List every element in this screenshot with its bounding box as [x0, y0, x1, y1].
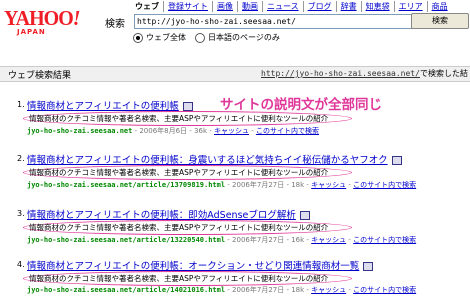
result-url: jyo-ho-sho-zai.seesaa.net/article/132205…: [27, 236, 226, 244]
result-number: 4.: [17, 260, 25, 269]
result-meta: jyo-ho-sho-zai.seesaa.net/article/140210…: [27, 285, 416, 295]
tab-news[interactable]: ニュース: [263, 1, 304, 12]
tab-dictionary[interactable]: 辞書: [337, 1, 362, 12]
result-info: - 2006年8月6日 - 36k -: [132, 127, 214, 135]
search-tabs: ウェブ 登録サイト 画像 動画 ニュース ブログ 辞書 知恵袋 エリア 商品: [131, 1, 452, 12]
search-input[interactable]: http://jyo-ho-sho-zai.seesaa.net/: [134, 14, 414, 29]
result-meta: jyo-ho-sho-zai.seesaa.net/article/137098…: [27, 180, 416, 190]
result-info: - 2006年7月27日 - 16k -: [225, 236, 312, 244]
result-title-link[interactable]: 情報商材とアフィリエイトの便利帳：オークション・せどり関連情報商材一覧: [27, 258, 374, 272]
new-window-icon[interactable]: [363, 262, 374, 271]
tab-shopping[interactable]: 商品: [428, 1, 452, 12]
tab-video[interactable]: 動画: [238, 1, 263, 12]
result-number: 1.: [17, 100, 25, 109]
result-info: - 2006年7月27日 - 18k -: [225, 286, 312, 294]
scope-japanese-label: 日本語のページのみ: [208, 33, 280, 42]
logo-bang: !: [72, 6, 81, 30]
search-label: 検索: [105, 19, 125, 30]
results-header-title: ウェブ検索結果: [8, 71, 72, 81]
tab-sites[interactable]: 登録サイト: [164, 1, 213, 12]
meta-separator: -: [248, 127, 256, 135]
search-scope: ウェブ全体 日本語のページのみ: [133, 32, 280, 43]
tab-web[interactable]: ウェブ: [131, 1, 164, 12]
tab-images[interactable]: 画像: [213, 1, 238, 12]
result-snippet: 情報商材のクチコミ情報や著者名検索、主要ASPやアフィリエイトに便利なツールの紹…: [29, 274, 329, 283]
cache-link[interactable]: キャッシュ: [311, 286, 346, 294]
site-search-link[interactable]: このサイト内で検索: [353, 236, 416, 244]
result-title-link[interactable]: 情報商材とアフィリエイトの便利帳：身震いするほど気持ちイイ秘伝儲かるヤフオク: [27, 152, 402, 166]
tab-area[interactable]: エリア: [395, 1, 428, 12]
scope-all-label: ウェブ全体: [146, 33, 186, 42]
result-info: - 2006年7月27日 - 18k -: [225, 181, 312, 189]
scope-all-radio[interactable]: [133, 32, 143, 43]
site-search-link[interactable]: このサイト内で検索: [353, 286, 416, 294]
result-snippet: 情報商材のクチコミ情報や著者名検索、主要ASPやアフィリエイトに便利なツールの紹…: [29, 223, 329, 232]
result-meta: jyo-ho-sho-zai.seesaa.net - 2006年8月6日 - …: [27, 126, 319, 136]
result-title-link[interactable]: 情報商材とアフィリエイトの便利帳：即効AdSenseブログ解析: [27, 207, 310, 221]
cache-link[interactable]: キャッシュ: [311, 181, 346, 189]
cache-link[interactable]: キャッシュ: [311, 236, 346, 244]
new-window-icon[interactable]: [391, 156, 402, 165]
search-button[interactable]: 検索: [411, 13, 469, 29]
result-title-link[interactable]: 情報商材とアフィリエイトの便利帳: [27, 98, 193, 112]
site-search-link[interactable]: このサイト内で検索: [353, 181, 416, 189]
logo-text: YAHOO: [4, 6, 74, 30]
site-search-link[interactable]: このサイト内で検索: [256, 127, 319, 135]
result-url: jyo-ho-sho-zai.seesaa.net/article/137098…: [27, 181, 226, 189]
result-number: 3.: [17, 209, 25, 218]
result-url: jyo-ho-sho-zai.seesaa.net/article/140210…: [27, 286, 226, 294]
scope-japanese-radio[interactable]: [195, 32, 205, 43]
tab-blog[interactable]: ブログ: [304, 1, 337, 12]
tab-chiebukuro[interactable]: 知恵袋: [362, 1, 395, 12]
new-window-icon[interactable]: [299, 211, 310, 220]
annotation-text: サイトの説明文が全部同じ: [220, 97, 382, 113]
query-suffix: で検索した結: [419, 69, 468, 78]
result-meta: jyo-ho-sho-zai.seesaa.net/article/132205…: [27, 235, 416, 245]
result-url: jyo-ho-sho-zai.seesaa.net: [27, 127, 133, 135]
results-header-query: http://jyo-ho-sho-zai.seesaa.net/で検索した結: [261, 68, 468, 79]
cache-link[interactable]: キャッシュ: [214, 127, 249, 135]
result-number: 2.: [17, 154, 25, 163]
result-snippet: 情報商材のクチコミ情報や著者名検索、主要ASPやアフィリエイトに便利なツールの紹…: [29, 168, 329, 177]
result-snippet: 情報商材のクチコミ情報や著者名検索、主要ASPやアフィリエイトに便利なツールの紹…: [29, 114, 329, 123]
query-url: http://jyo-ho-sho-zai.seesaa.net/: [261, 69, 420, 78]
new-window-icon[interactable]: [182, 102, 193, 111]
logo-sub: JAPAN: [17, 28, 46, 36]
